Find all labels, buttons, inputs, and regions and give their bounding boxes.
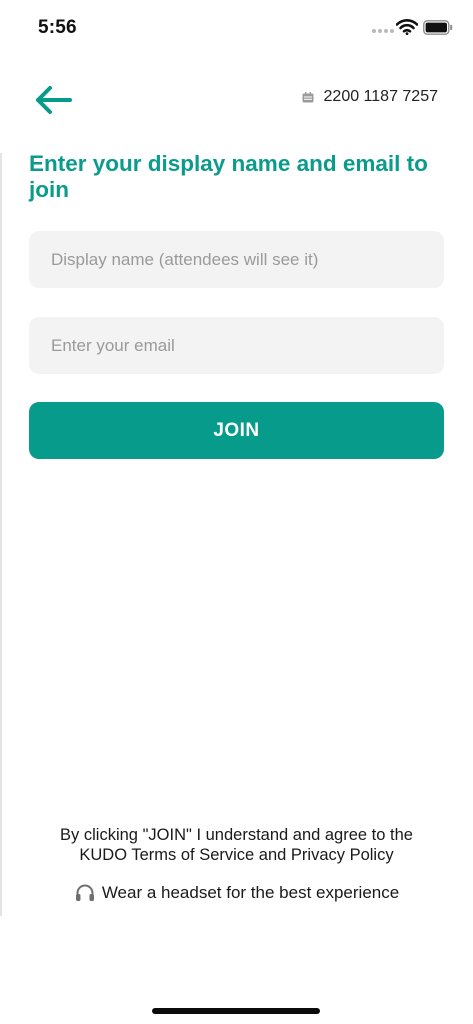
email-input[interactable] [29, 317, 444, 374]
battery-icon [423, 20, 453, 35]
join-button[interactable]: JOIN [29, 402, 444, 459]
headset-icon [75, 884, 94, 901]
home-indicator[interactable] [152, 1008, 320, 1014]
headset-tip-text: Wear a headset for the best experience [101, 883, 400, 902]
meeting-id: 2200 1187 7257 [302, 88, 438, 106]
terms-notice: By clicking "JOIN" I understand and agre… [20, 825, 453, 865]
status-bar: 5:56 [0, 0, 473, 56]
cellular-signal-icon [372, 29, 394, 33]
back-button[interactable] [31, 80, 75, 120]
meeting-id-value: 2200 1187 7257 [323, 88, 438, 105]
arrow-left-icon [36, 86, 72, 114]
wifi-icon [396, 19, 418, 35]
display-name-input[interactable] [29, 231, 444, 288]
left-divider [0, 153, 2, 916]
page-title: Enter your display name and email to joi… [29, 151, 428, 202]
terms-line-2: KUDO Terms of Service and Privacy Policy [79, 846, 394, 864]
headset-tip: Wear a headset for the best experience [0, 882, 473, 904]
status-time: 5:56 [38, 17, 77, 38]
calendar-icon [302, 91, 314, 102]
terms-line-1: By clicking "JOIN" I understand and agre… [60, 826, 413, 844]
